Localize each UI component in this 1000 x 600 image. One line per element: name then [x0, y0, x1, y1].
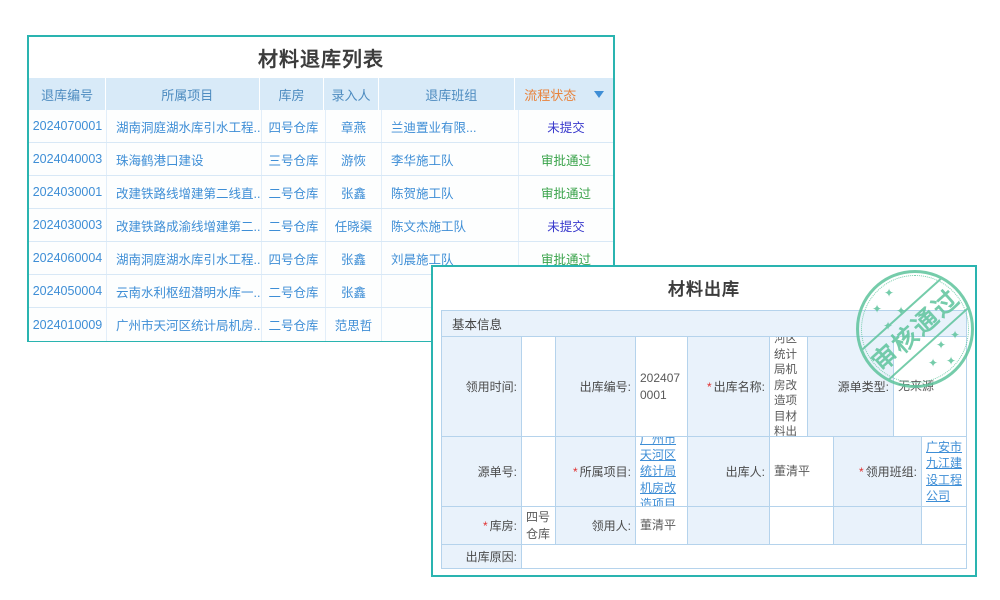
- warehouse-cell: 二号仓库: [262, 275, 326, 307]
- entered-by-cell: 章燕: [326, 110, 382, 142]
- outbound-person-label: 出库人:: [688, 437, 770, 506]
- source-no-label: 源单号:: [442, 437, 522, 506]
- return-list-header-row: 退库编号 所属项目 库房 录入人 退库班组 流程状态: [29, 78, 613, 110]
- form-row: *库房: 四号仓库 领用人: 董清平: [442, 507, 966, 545]
- empty-label-cell: [834, 507, 922, 544]
- table-row[interactable]: 2024030003 改建铁路成渝线增建第二... 二号仓库 任晓渠 陈文杰施工…: [29, 209, 613, 242]
- material-outbound-panel: 材料出库 基本信息 领用时间: 出库编号: 2024070001 *出库名称: …: [431, 265, 977, 577]
- warehouse-cell: 二号仓库: [262, 176, 326, 208]
- project-cell: 改建铁路线增建第二线直...: [107, 176, 262, 208]
- basic-info-section-header: 基本信息: [441, 310, 967, 337]
- return-id-cell[interactable]: 2024070001: [29, 110, 107, 142]
- project-cell: 改建铁路成渝线增建第二...: [107, 209, 262, 241]
- required-star: *: [573, 465, 578, 479]
- outbound-form-table: 领用时间: 出库编号: 2024070001 *出库名称: 广州市天河区统计局机…: [441, 337, 967, 569]
- form-row: 源单号: *所属项目: 广州市天河区统计局机房改造项目 出库人: 董清平 *领用…: [442, 437, 966, 507]
- source-type-value[interactable]: 无来源: [894, 337, 966, 436]
- empty-value-cell: [770, 507, 834, 544]
- entered-by-cell: 张鑫: [326, 176, 382, 208]
- table-row[interactable]: 2024040003 珠海鹤港口建设 三号仓库 游恢 李华施工队 审批通过: [29, 143, 613, 176]
- source-type-label: 源单类型:: [808, 337, 894, 436]
- section-header-label: 基本信息: [452, 314, 502, 333]
- entered-by-cell: 游恢: [326, 143, 382, 175]
- table-row[interactable]: 2024070001 湖南洞庭湖水库引水工程... 四号仓库 章燕 兰迪置业有限…: [29, 110, 613, 143]
- collect-time-label: 领用时间:: [442, 337, 522, 436]
- form-row: 领用时间: 出库编号: 2024070001 *出库名称: 广州市天河区统计局机…: [442, 337, 966, 437]
- entered-by-cell: 张鑫: [326, 242, 382, 274]
- project-cell: 湖南洞庭湖水库引水工程...: [107, 242, 262, 274]
- column-header-project: 所属项目: [106, 78, 260, 110]
- warehouse-cell: 二号仓库: [262, 308, 326, 341]
- column-header-team: 退库班组: [379, 78, 515, 110]
- outbound-reason-label: 出库原因:: [442, 545, 522, 568]
- outbound-name-value[interactable]: 广州市天河区统计局机房改造项目材料出库0225: [770, 337, 808, 436]
- status-cell: 未提交: [519, 209, 613, 241]
- project-cell: 珠海鹤港口建设: [107, 143, 262, 175]
- collect-time-value[interactable]: [522, 337, 556, 436]
- status-filter-cell[interactable]: [585, 78, 613, 110]
- column-header-warehouse: 库房: [260, 78, 323, 110]
- warehouse-cell: 二号仓库: [262, 209, 326, 241]
- empty-label-cell: [688, 507, 770, 544]
- required-star: *: [707, 380, 712, 394]
- status-cell: 未提交: [519, 110, 613, 142]
- required-star: *: [859, 465, 864, 479]
- column-header-entered-by: 录入人: [324, 78, 380, 110]
- return-id-cell[interactable]: 2024060004: [29, 242, 107, 274]
- return-id-cell[interactable]: 2024050004: [29, 275, 107, 307]
- return-id-cell[interactable]: 2024010009: [29, 308, 107, 341]
- warehouse-value[interactable]: 四号仓库: [522, 507, 556, 544]
- entered-by-cell: 范思哲: [326, 308, 382, 341]
- return-list-title: 材料退库列表: [29, 37, 613, 78]
- status-cell: 审批通过: [519, 176, 613, 208]
- entered-by-cell: 任晓渠: [326, 209, 382, 241]
- team-cell: 陈文杰施工队: [382, 209, 519, 241]
- collector-label: 领用人:: [556, 507, 636, 544]
- return-id-cell[interactable]: 2024030001: [29, 176, 107, 208]
- team-cell: 兰迪置业有限...: [382, 110, 519, 142]
- collector-value: 董清平: [636, 507, 688, 544]
- project-cell: 云南水利枢纽潜明水库一...: [107, 275, 262, 307]
- return-id-cell[interactable]: 2024030003: [29, 209, 107, 241]
- table-row[interactable]: 2024030001 改建铁路线增建第二线直... 二号仓库 张鑫 陈贺施工队 …: [29, 176, 613, 209]
- status-cell: 审批通过: [519, 143, 613, 175]
- warehouse-cell: 四号仓库: [262, 242, 326, 274]
- collect-team-link[interactable]: 广安市九江建设工程公司: [922, 437, 966, 506]
- required-star: *: [483, 519, 488, 533]
- column-header-status: 流程状态: [515, 78, 585, 110]
- empty-value-cell: [922, 507, 966, 544]
- form-row: 出库原因:: [442, 545, 966, 568]
- outbound-person-value: 董清平: [770, 437, 834, 506]
- outbound-no-value: 2024070001: [636, 337, 688, 436]
- outbound-no-label: 出库编号:: [556, 337, 636, 436]
- filter-dropdown-icon[interactable]: [594, 91, 604, 98]
- warehouse-label: *库房:: [442, 507, 522, 544]
- project-label: *所属项目:: [556, 437, 636, 506]
- outbound-name-label: *出库名称:: [688, 337, 770, 436]
- team-cell: 陈贺施工队: [382, 176, 519, 208]
- column-header-return-id: 退库编号: [29, 78, 106, 110]
- outbound-title: 材料出库: [433, 267, 975, 307]
- return-id-cell[interactable]: 2024040003: [29, 143, 107, 175]
- project-cell: 广州市天河区统计局机房...: [107, 308, 262, 341]
- source-no-value[interactable]: [522, 437, 556, 506]
- project-link[interactable]: 广州市天河区统计局机房改造项目: [636, 437, 688, 506]
- team-cell: 李华施工队: [382, 143, 519, 175]
- project-cell: 湖南洞庭湖水库引水工程...: [107, 110, 262, 142]
- outbound-reason-value[interactable]: [522, 545, 966, 568]
- collect-team-label: *领用班组:: [834, 437, 922, 506]
- warehouse-cell: 四号仓库: [262, 110, 326, 142]
- entered-by-cell: 张鑫: [326, 275, 382, 307]
- warehouse-cell: 三号仓库: [262, 143, 326, 175]
